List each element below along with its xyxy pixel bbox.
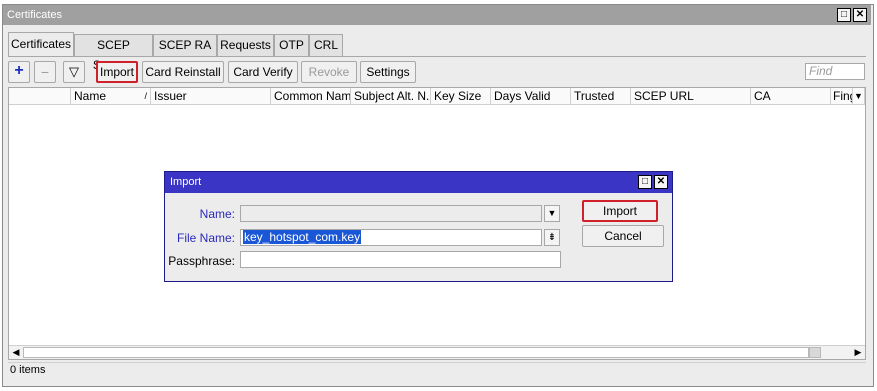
scrollbar-thumb[interactable]	[809, 347, 821, 358]
remove-button[interactable]: −	[34, 61, 56, 83]
tab-scep-servers[interactable]: SCEP Servers	[74, 34, 153, 72]
tab-crl[interactable]: CRL	[309, 34, 343, 56]
tab-divider	[8, 56, 866, 57]
tab-certificates[interactable]: Certificates	[8, 32, 74, 56]
column-header-ca[interactable]: CA	[751, 88, 831, 105]
columns-menu-icon[interactable]: ▼	[853, 88, 865, 105]
column-header-days-valid[interactable]: Days Valid	[491, 88, 571, 105]
column-header-name[interactable]: Name /	[71, 88, 151, 105]
passphrase-label: Passphrase:	[168, 254, 235, 268]
sort-icon: /	[144, 91, 147, 101]
card-reinstall-button[interactable]: Card Reinstall	[142, 61, 224, 83]
column-header-trusted[interactable]: Trusted	[571, 88, 631, 105]
find-input[interactable]: Find	[805, 63, 865, 80]
column-header-scep-url[interactable]: SCEP URL	[631, 88, 751, 105]
dialog-close-icon[interactable]: ✕	[654, 175, 668, 189]
import-dialog: Import □ ✕ Name: ▼ File Name: key_hotspo…	[164, 171, 673, 282]
dialog-restore-icon[interactable]: □	[638, 175, 652, 189]
scroll-right-icon[interactable]: ▶	[851, 346, 865, 359]
column-header-fingerprint[interactable]: Fing	[831, 88, 853, 105]
import-button[interactable]: Import	[96, 61, 138, 83]
name-label: Name:	[199, 207, 235, 221]
scrollbar-track[interactable]	[23, 347, 809, 358]
items-count: 0 items	[10, 364, 46, 376]
status-bar: 0 items	[8, 362, 866, 378]
dialog-cancel-button[interactable]: Cancel	[582, 225, 664, 247]
add-button[interactable]: +	[8, 61, 30, 83]
revoke-button[interactable]: Revoke	[301, 61, 357, 83]
card-verify-button[interactable]: Card Verify	[228, 61, 298, 83]
column-header-flags[interactable]	[9, 88, 71, 105]
file-name-dropdown-icon[interactable]: ⇟	[544, 229, 560, 246]
tab-scep-ra[interactable]: SCEP RA	[153, 34, 217, 56]
close-icon[interactable]: ✕	[853, 8, 867, 22]
file-name-label: File Name:	[176, 231, 235, 245]
dialog-titlebar[interactable]: Import □ ✕	[165, 172, 672, 193]
window-titlebar[interactable]: Certificates □ ✕	[3, 5, 871, 25]
column-header-name-label: Name	[74, 89, 107, 103]
horizontal-scrollbar[interactable]: ◀ ▶	[9, 345, 865, 359]
filter-icon[interactable]: ▽	[63, 61, 85, 83]
window-title: Certificates	[7, 9, 63, 21]
column-header-subject-alt-name[interactable]: Subject Alt. N...	[351, 88, 431, 105]
tab-otp[interactable]: OTP	[274, 34, 309, 56]
name-field[interactable]	[240, 205, 542, 222]
file-name-field[interactable]: key_hotspot_com.key	[240, 229, 542, 246]
column-header-key-size[interactable]: Key Size	[431, 88, 491, 105]
settings-button[interactable]: Settings	[360, 61, 416, 83]
name-dropdown-icon[interactable]: ▼	[544, 205, 560, 222]
passphrase-field[interactable]	[240, 251, 561, 268]
dialog-import-button[interactable]: Import	[582, 200, 658, 222]
column-header-common-name[interactable]: Common Name	[271, 88, 351, 105]
restore-icon[interactable]: □	[837, 8, 851, 22]
scroll-left-icon[interactable]: ◀	[9, 346, 23, 359]
column-header-issuer[interactable]: Issuer	[151, 88, 271, 105]
file-name-value: key_hotspot_com.key	[243, 230, 362, 244]
dialog-title: Import	[170, 176, 202, 188]
tab-requests[interactable]: Requests	[217, 34, 274, 56]
